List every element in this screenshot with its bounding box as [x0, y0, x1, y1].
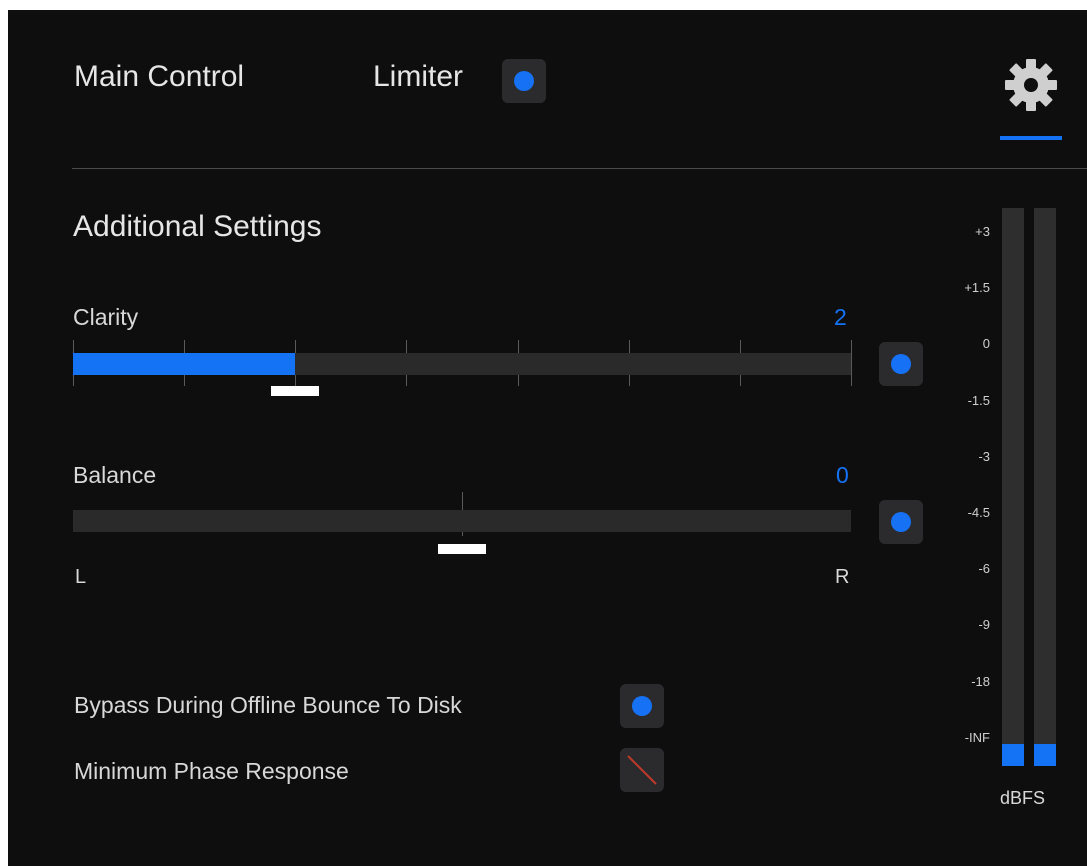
limiter-label: Limiter	[373, 60, 464, 93]
clarity-thumb[interactable]	[270, 386, 319, 396]
meter-right-level	[1034, 744, 1056, 766]
gear-icon	[1005, 59, 1057, 111]
balance-enable-indicator	[891, 512, 911, 532]
header-divider	[72, 168, 1087, 169]
bypass-offline-indicator	[632, 696, 652, 716]
meter-left-level	[1002, 744, 1024, 766]
balance-left-label: L	[75, 566, 87, 588]
meter-scale-label: -18	[971, 673, 990, 689]
min-phase-toggle[interactable]	[620, 748, 664, 792]
bypass-offline-label: Bypass During Offline Bounce To Disk	[74, 692, 462, 718]
disabled-slash-icon	[627, 755, 657, 785]
limiter-toggle[interactable]	[502, 59, 546, 103]
plugin-panel: Main Control Limiter Additional Settings…	[8, 10, 1087, 866]
clarity-value: 2	[834, 304, 847, 330]
balance-right-label: R	[835, 566, 850, 588]
meter-scale-label: +1.5	[964, 280, 990, 296]
clarity-slider[interactable]	[73, 353, 851, 375]
bypass-offline-toggle[interactable]	[620, 684, 664, 728]
clarity-enable-toggle[interactable]	[879, 342, 923, 386]
settings-tab[interactable]	[998, 50, 1064, 142]
balance-value: 0	[836, 462, 849, 488]
limiter-on-indicator	[514, 71, 534, 91]
balance-slider[interactable]	[73, 510, 851, 532]
meter-scale-label: +3	[975, 224, 990, 239]
section-title: Additional Settings	[73, 210, 322, 243]
balance-thumb[interactable]	[438, 544, 486, 554]
meter-scale-label: -1.5	[967, 392, 990, 408]
clarity-enable-indicator	[891, 354, 911, 374]
meter-scale-label: -3	[978, 448, 990, 464]
meter-scale-label: -6	[978, 561, 990, 577]
settings-tab-underline	[1000, 136, 1062, 140]
clarity-fill	[73, 353, 295, 375]
main-control-title: Main Control	[74, 60, 245, 93]
meter-scale-label: 0	[982, 336, 990, 352]
meter-right-channel	[1034, 208, 1056, 766]
meter-scale-label: -9	[978, 617, 990, 633]
meter-scale-label: -INF	[964, 729, 990, 745]
clarity-tick	[851, 340, 852, 386]
balance-enable-toggle[interactable]	[879, 500, 923, 544]
clarity-label: Clarity	[73, 304, 139, 330]
balance-label: Balance	[73, 462, 157, 488]
meter-scale-label: -4.5	[967, 505, 990, 520]
meter-unit-label: dBFS	[1000, 788, 1046, 808]
meter-left-channel	[1002, 208, 1024, 766]
min-phase-label: Minimum Phase Response	[74, 758, 349, 784]
